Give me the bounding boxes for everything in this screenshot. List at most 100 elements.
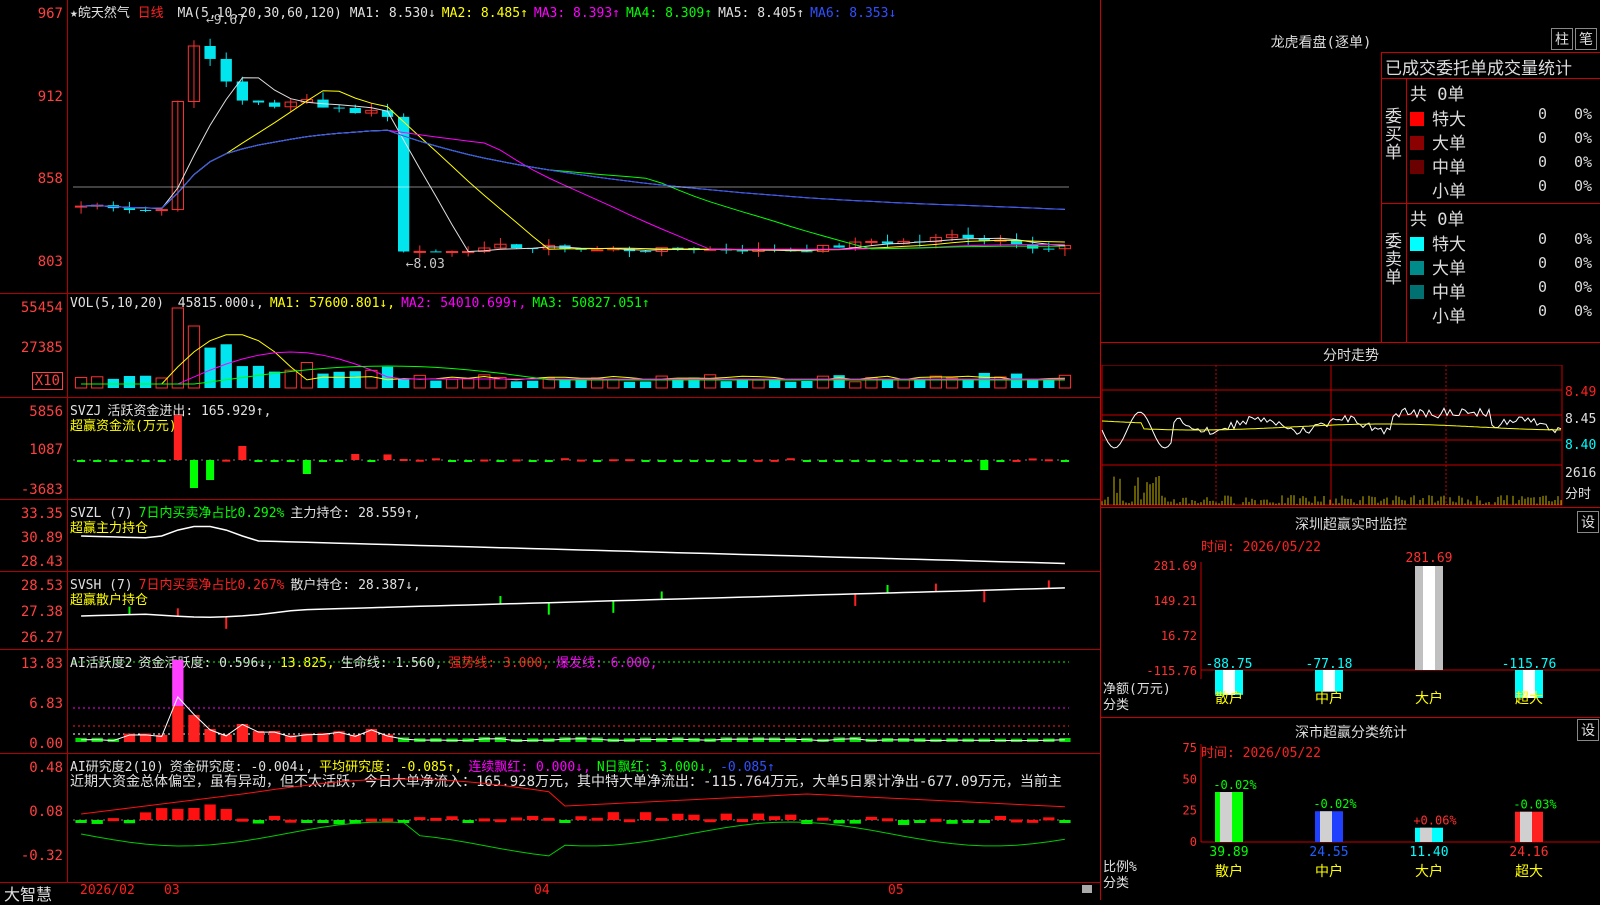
volume-tick: 27385 bbox=[20, 340, 63, 356]
candle-body bbox=[155, 209, 168, 212]
lhb-panel[interactable]: 龙虎看盘(逐单) 柱 笔 已成交委托单成交量统计 委买单 委卖单 共 0单 共 … bbox=[1101, 0, 1600, 343]
fund-flow-bar bbox=[915, 460, 924, 462]
intraday-volume-tick: 2616 bbox=[1565, 466, 1597, 481]
svzj-panel[interactable]: 5856 1087 -3683 SVZJ 活跃资金进出: 165.929↑, 超赢… bbox=[0, 398, 1100, 500]
svzl-chart[interactable] bbox=[69, 500, 1099, 572]
fund-flow-bar bbox=[851, 460, 860, 462]
research-bar bbox=[962, 820, 974, 823]
price-tick: 912 bbox=[37, 89, 63, 105]
candle-body bbox=[881, 241, 894, 244]
volume-bar bbox=[252, 365, 265, 388]
research-bar bbox=[704, 819, 716, 823]
sell-percent: 0% bbox=[1574, 254, 1593, 272]
fund-flow-bar bbox=[512, 459, 521, 462]
research-bar bbox=[898, 820, 910, 825]
sell-count: 0 bbox=[1538, 302, 1548, 320]
volume-panel[interactable]: 55454 27385 X10 VOL(5,10,20) 45815.000↓,… bbox=[0, 294, 1100, 398]
volume-bar bbox=[559, 379, 571, 388]
volume-bar bbox=[284, 369, 297, 389]
research-bar bbox=[1059, 820, 1071, 823]
fund-flow-bar bbox=[222, 459, 231, 462]
research-bar bbox=[575, 816, 587, 820]
monitor-bar-highlight bbox=[1423, 566, 1435, 671]
ai-research-tick: 0.48 bbox=[29, 760, 63, 776]
volume-bar bbox=[881, 379, 894, 388]
intraday-panel[interactable]: 分时走势 8.49 8.45 8.40 2616 分时 bbox=[1101, 343, 1600, 508]
sell-count: 0 bbox=[1538, 230, 1548, 248]
intraday-title: 分时走势 bbox=[1323, 348, 1379, 364]
date-axis-bar[interactable]: 大智慧 2026/02 03 04 05 bbox=[0, 882, 1100, 904]
ai-activity-panel[interactable]: 13.83 6.83 0.00 AI活跃度2 资金活跃度: 0.596↓, 13.8… bbox=[0, 650, 1100, 754]
research-bar bbox=[1010, 819, 1023, 823]
tick-mode-button[interactable]: 笔 bbox=[1575, 28, 1597, 50]
classify-tick: 50 bbox=[1183, 772, 1197, 786]
fund-flow-bar bbox=[980, 460, 989, 470]
kline-panel[interactable]: 967 912 858 803 ★皖天然气 日线 MA(5,10,20,30,6… bbox=[0, 0, 1100, 294]
volume-bar bbox=[1058, 374, 1072, 389]
sell-percent: 0% bbox=[1574, 302, 1593, 320]
kline-chart[interactable]: ←9.67 ←8.03 bbox=[69, 0, 1099, 294]
candle-body bbox=[123, 208, 136, 211]
fund-flow-bar bbox=[641, 460, 650, 462]
intraday-tick: 8.49 bbox=[1565, 385, 1597, 400]
ai-research-panel[interactable]: 0.48 0.08 -0.32 AI研究度2(10) 资金研究度: -0.004↓… bbox=[0, 754, 1100, 882]
buy-percent: 0% bbox=[1574, 105, 1593, 123]
research-bar bbox=[527, 815, 539, 820]
research-bar bbox=[946, 820, 958, 824]
volume-unit[interactable]: X10 bbox=[31, 372, 63, 390]
fund-flow-bar bbox=[335, 460, 344, 462]
monitor-value-label: -77.18 bbox=[1306, 657, 1353, 672]
research-bar bbox=[220, 808, 232, 820]
sell-percent: 0% bbox=[1574, 278, 1593, 296]
volume-chart[interactable] bbox=[69, 294, 1099, 398]
svzl-tick: 33.35 bbox=[20, 506, 63, 522]
research-bar bbox=[381, 818, 394, 822]
monitor-chart[interactable]: 281.69 149.21 16.72 -115.76 -88.75 散户 -77.18 中户… bbox=[1101, 508, 1600, 718]
svzj-chart[interactable] bbox=[69, 398, 1099, 500]
fund-flow-bar bbox=[657, 460, 666, 462]
volume-bar bbox=[171, 307, 184, 389]
classify-category-label: 超大 bbox=[1515, 864, 1543, 880]
research-bar bbox=[301, 820, 313, 823]
svsh-panel[interactable]: 28.53 27.38 26.27 SVSH (7) 7日内买卖净占比0.267%… bbox=[0, 572, 1100, 650]
low-price-label: ←8.03 bbox=[406, 257, 445, 272]
buy-count: 0 bbox=[1538, 177, 1548, 195]
fund-flow-bar bbox=[818, 460, 828, 462]
fund-flow-bar bbox=[560, 458, 569, 461]
date-label: 2026/02 bbox=[80, 883, 135, 898]
svsh-chart[interactable] bbox=[69, 572, 1099, 650]
svzl-panel[interactable]: 33.35 30.89 28.43 SVZL (7) 7日内买卖净占比0.292%… bbox=[0, 500, 1100, 572]
candle-body bbox=[833, 245, 845, 248]
fund-flow-bar bbox=[189, 460, 198, 488]
research-bar bbox=[107, 818, 119, 822]
right-sidebar[interactable]: 龙虎看盘(逐单) 柱 笔 已成交委托单成交量统计 委买单 委卖单 共 0单 共 … bbox=[1100, 0, 1600, 900]
svsh-axis: 28.53 27.38 26.27 bbox=[0, 572, 68, 649]
bar-mode-button[interactable]: 柱 bbox=[1551, 28, 1573, 50]
lhb-table: 已成交委托单成交量统计 委买单 委卖单 共 0单 共 0单 特大 0 0% 大单 0 0%… bbox=[1381, 52, 1600, 343]
buy-swatch bbox=[1410, 184, 1424, 198]
main-position-line bbox=[81, 525, 1065, 565]
monitor-panel[interactable]: 深圳超赢实时监控 设 时间: 2026/05/22 净额(万元) 分类 281.… bbox=[1101, 508, 1600, 718]
fund-flow-bar bbox=[157, 460, 166, 462]
classify-panel[interactable]: 深市超赢分类统计 设 时间: 2026/05/22 比例% 分类 75 50 25 0… bbox=[1101, 718, 1600, 900]
research-bar bbox=[559, 820, 571, 823]
sell-label: 特大 bbox=[1432, 235, 1466, 255]
chart-area[interactable]: 967 912 858 803 ★皖天然气 日线 MA(5,10,20,30,6… bbox=[0, 0, 1100, 904]
ai-activity-chart[interactable] bbox=[69, 650, 1099, 754]
classify-chart[interactable]: 75 50 25 0 -0.02% 39.89 散户 -0.02% 24.55 中户 +0.06% 1… bbox=[1101, 718, 1600, 900]
activity-bar bbox=[736, 737, 748, 742]
research-bar bbox=[639, 812, 652, 820]
fund-flow-bar bbox=[270, 460, 279, 462]
intraday-chart[interactable] bbox=[1101, 365, 1600, 507]
fund-flow-bar bbox=[754, 459, 763, 462]
volume-bar bbox=[801, 380, 813, 388]
fund-flow-bar bbox=[1044, 459, 1053, 462]
classify-tick: 25 bbox=[1183, 804, 1197, 818]
ai-research-tick: 0.08 bbox=[29, 804, 63, 820]
svsh-tick: 26.27 bbox=[20, 630, 63, 646]
ai-research-chart[interactable] bbox=[69, 754, 1099, 882]
buy-label: 特大 bbox=[1432, 110, 1466, 130]
research-red-line bbox=[81, 778, 1065, 815]
lock-icon[interactable] bbox=[1082, 885, 1092, 893]
candle-body bbox=[220, 58, 232, 82]
